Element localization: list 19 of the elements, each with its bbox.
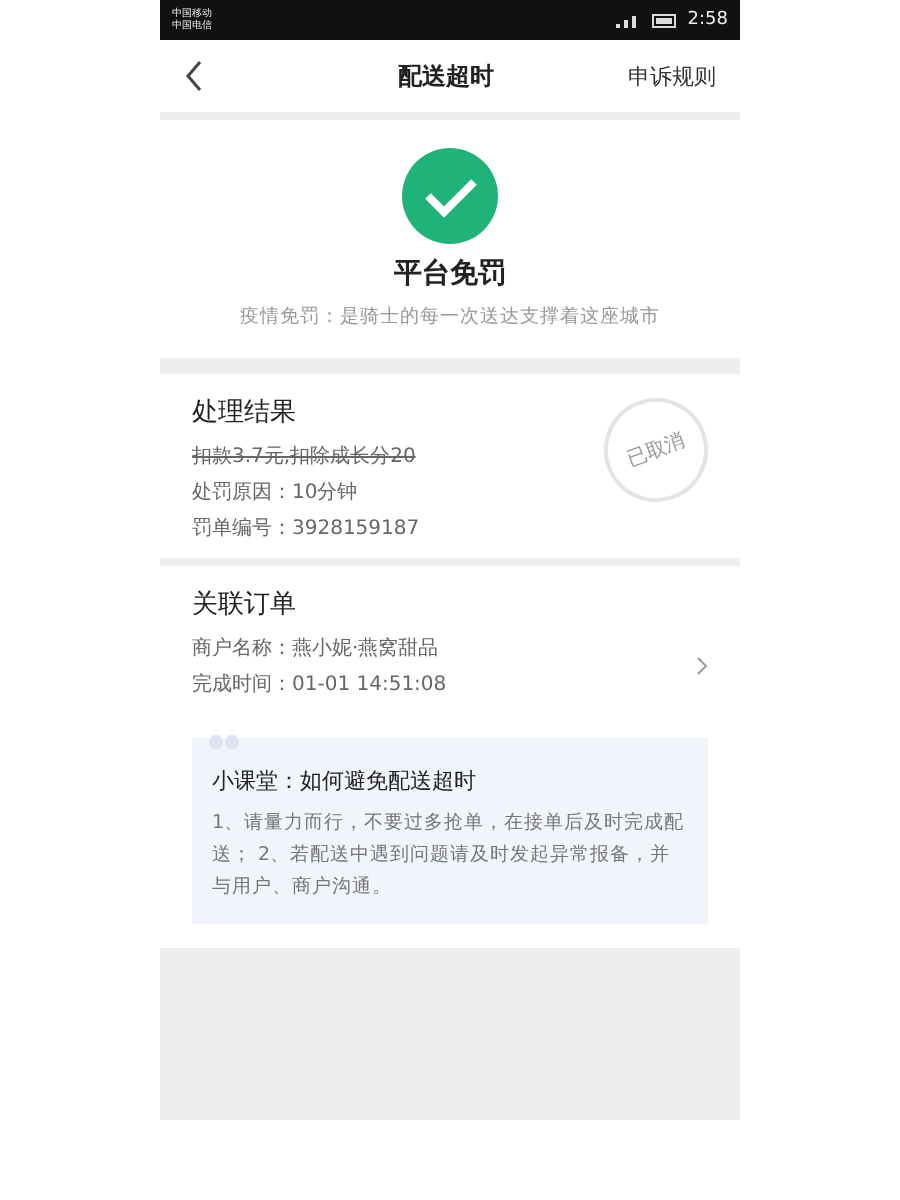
tip-body: 1、请量力而行，不要过多抢单，在接单后及时完成配送； 2、若配送中遇到问题请及时发起异常报备，并与用户、商户沟通。: [212, 810, 687, 902]
penalty-line: 罚单编号：3928159187: [192, 515, 420, 542]
penalty-line: 处罚原因：10分钟: [192, 479, 358, 506]
result-title: 平台免罚: [394, 256, 506, 292]
back-icon[interactable]: [184, 60, 204, 92]
chevron-right-icon[interactable]: [696, 656, 708, 676]
check-circle-icon: [402, 148, 498, 244]
quote-icon: [208, 730, 240, 750]
section-title: 处理结果: [192, 396, 298, 430]
penalty-line: 扣款3.7元,扣除成长分20: [192, 443, 416, 470]
battery-icon: [651, 13, 680, 27]
clock-time: 2:58: [687, 10, 728, 30]
order-line: 完成时间：01-01 14:51:08: [192, 671, 447, 698]
tip-title: 小课堂：如何避免配送超时: [212, 766, 478, 796]
result-subtitle: 疫情免罚：是骑士的每一次送达支撑着这座城市: [240, 304, 660, 330]
section-title: 关联订单: [192, 588, 298, 622]
page-title: 配送超时: [398, 59, 494, 93]
order-line: 商户名称：燕小妮·燕窝甜品: [192, 635, 439, 662]
appeal-rules-link[interactable]: 申诉规则: [628, 61, 716, 91]
